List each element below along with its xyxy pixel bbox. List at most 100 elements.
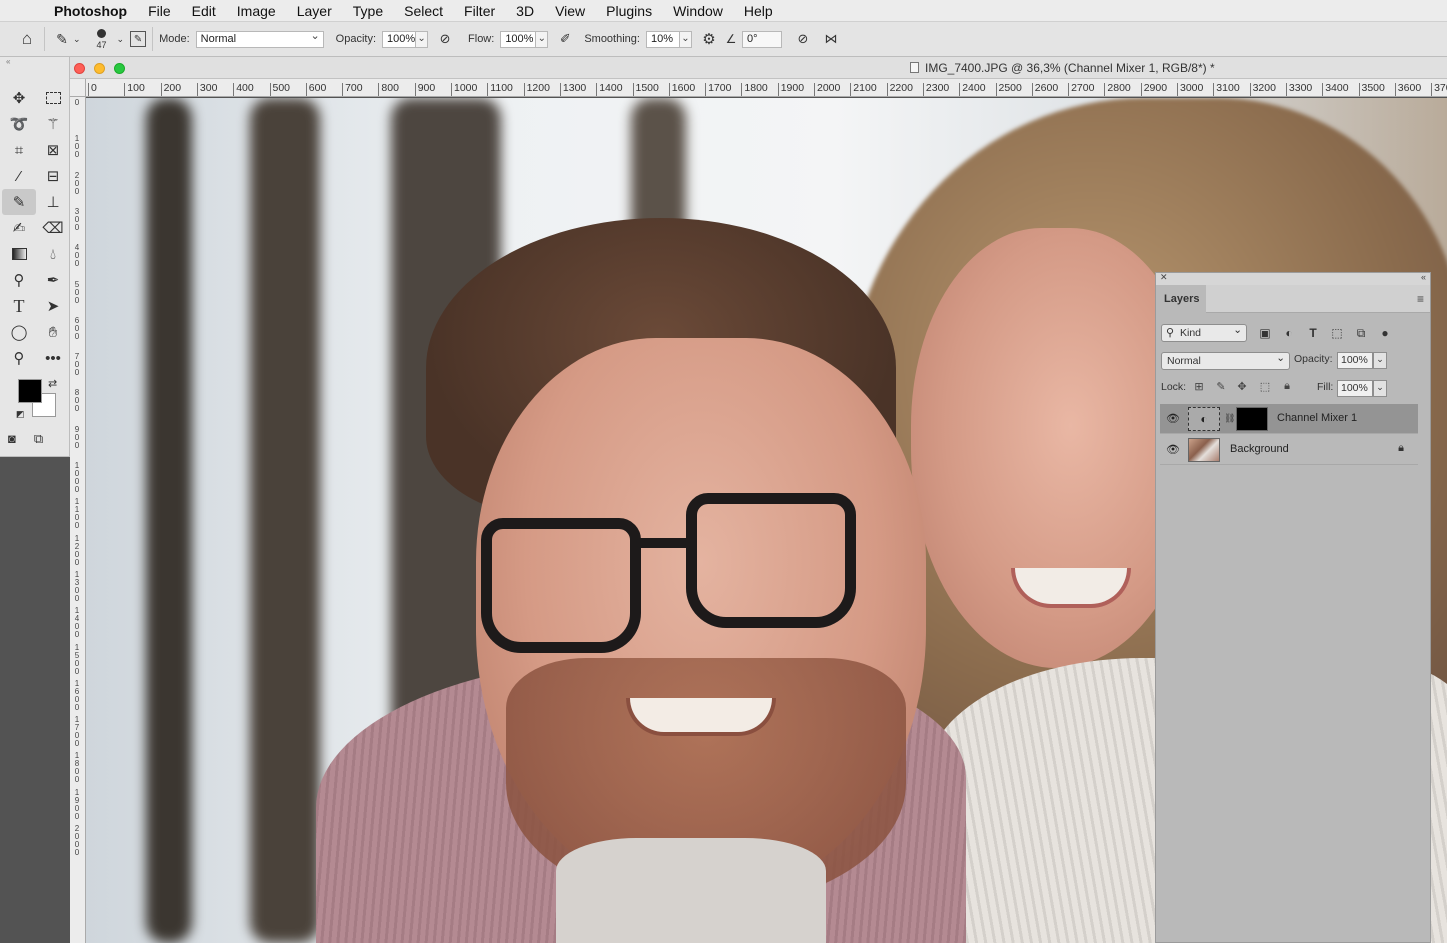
menu-bar: Photoshop File Edit Image Layer Type Sel… [0,0,1447,22]
ruler-tick-label: 3500 [1358,83,1385,96]
menu-layer[interactable]: Layer [297,3,332,19]
menu-app[interactable]: Photoshop [54,3,127,19]
vertical-ruler[interactable]: 0 1 0 0 2 0 0 3 0 0 4 0 0 5 0 0 6 0 0 7 0 0 8 0 … [70,97,86,943]
home-icon[interactable]: ⌂ [16,28,38,50]
screen-mode-icon[interactable]: ⧉ [34,431,43,447]
eraser-tool-icon[interactable]: ⌫ [36,215,70,241]
crop-tool-icon[interactable]: ⌗ [2,137,36,163]
history-brush-tool-icon[interactable]: ✍ [2,215,36,241]
brush-size-picker[interactable]: 47 [91,28,113,50]
gear-icon[interactable]: ⚙ [698,28,720,50]
fill-input[interactable]: 100% [1337,380,1373,397]
foreground-color-swatch[interactable] [18,379,42,403]
brush-size-caret[interactable]: ⌄ [117,34,125,45]
ellipse-tool-icon[interactable]: ◯ [2,319,36,345]
ruler-tick-label: 800 [378,83,399,96]
visibility-eye-icon[interactable]: 👁︎ [1166,412,1180,425]
lock-transparent-icon[interactable]: ⊞ [1192,380,1206,393]
lock-image-icon[interactable]: ✎ [1214,380,1228,393]
swap-colors-icon[interactable]: ⇄ [48,377,57,390]
collapse-icon[interactable]: « [0,57,69,71]
minimize-window-button[interactable] [94,63,105,74]
filter-toggle-icon[interactable]: ● [1377,325,1393,341]
brush-settings-panel-icon[interactable]: ✎ [130,31,147,47]
menu-select[interactable]: Select [404,3,443,19]
magic-wand-tool-icon[interactable]: ⚚ [36,111,70,137]
menu-file[interactable]: File [148,3,171,19]
smart-object-filter-icon[interactable]: ⧉ [1353,325,1369,341]
zoom-window-button[interactable] [114,63,125,74]
layer-background[interactable]: 👁︎ Background 🔒︎ [1160,435,1418,465]
close-panel-icon[interactable]: ✕ [1160,272,1168,283]
blend-mode-select[interactable]: Normal [1161,350,1290,370]
menu-window[interactable]: Window [673,3,723,19]
type-tool-icon[interactable]: T [2,293,36,319]
smoothing-input[interactable]: 10% [645,30,680,48]
pressure-size-icon[interactable]: ⊘ [792,28,814,50]
lock-artboard-icon[interactable]: ⬚ [1258,380,1272,393]
adjustment-filter-icon[interactable]: ◐ [1281,325,1297,341]
flow-input[interactable]: 100% [500,30,537,48]
move-tool-icon[interactable]: ✥ [2,85,36,111]
default-colors-icon[interactable]: ◩ [16,409,25,420]
tab-layers[interactable]: Layers [1156,285,1206,313]
pixel-filter-icon[interactable]: ▣ [1257,325,1273,341]
visibility-eye-icon[interactable]: 👁︎ [1166,443,1180,456]
lock-all-icon[interactable]: 🔒︎ [1280,380,1294,393]
lasso-tool-icon[interactable]: ➰ [2,111,36,137]
eyedropper-tool-icon[interactable]: ⁄ [2,163,36,189]
clone-stamp-tool-icon[interactable]: ⊥ [36,189,70,215]
lock-position-icon[interactable]: ✥ [1235,380,1249,393]
close-window-button[interactable] [74,63,85,74]
preset-caret[interactable]: ⌄ [73,34,81,45]
type-filter-icon[interactable]: T [1305,325,1321,341]
opacity-caret[interactable]: ⌄ [416,30,429,48]
flow-caret[interactable]: ⌄ [536,30,549,48]
gradient-tool-icon[interactable] [2,241,36,267]
collapse-panel-icon[interactable]: « [1421,272,1426,282]
healing-brush-tool-icon[interactable]: ⊟ [36,163,70,189]
pressure-opacity-icon[interactable]: ⊘ [434,28,456,50]
menu-filter[interactable]: Filter [464,3,495,19]
layer-opacity-caret[interactable]: ⌄ [1373,352,1387,369]
hand-tool-icon[interactable]: ✋︎ [36,319,70,345]
more-tools-icon[interactable]: ••• [36,345,70,371]
mask-link-icon[interactable]: ⛓ [1224,413,1235,424]
airbrush-icon[interactable]: ✐ [554,28,576,50]
layer-opacity-input[interactable]: 100% [1337,352,1373,369]
menu-plugins[interactable]: Plugins [606,3,652,19]
horizontal-ruler[interactable]: 0 100 200 300 400 500 600 700 800 900 1000 1100 1200… [86,79,1447,97]
zoom-tool-icon[interactable]: ⚲ [2,345,36,371]
frame-tool-icon[interactable]: ⊠ [36,137,70,163]
shape-filter-icon[interactable]: ⬚ [1329,325,1345,341]
symmetry-icon[interactable]: ⋈ [820,28,842,50]
menu-view[interactable]: View [555,3,585,19]
panel-menu-icon[interactable]: ≡ [1417,292,1424,306]
dodge-tool-icon[interactable]: ⚲ [2,267,36,293]
fill-caret[interactable]: ⌄ [1373,380,1387,397]
ruler-tick-label: 7 0 0 [74,352,80,378]
sweater-collar [556,838,826,943]
menu-3d[interactable]: 3D [516,3,534,19]
blur-tool-icon[interactable]: 💧︎ [36,241,70,267]
menu-type[interactable]: Type [353,3,383,19]
filter-kind-select[interactable]: Kind [1161,322,1247,342]
smoothing-caret[interactable]: ⌄ [679,30,692,48]
mode-select[interactable]: Normal [195,30,324,48]
layer-mask-thumbnail[interactable] [1236,407,1268,431]
ruler-tick-label: 3400 [1322,83,1349,96]
opacity-input[interactable]: 100% [382,30,417,48]
path-selection-tool-icon[interactable]: ➤ [36,293,70,319]
ruler-origin[interactable] [70,79,86,97]
menu-help[interactable]: Help [744,3,773,19]
brush-tool-icon[interactable]: ✎ [2,189,36,215]
layer-channel-mixer[interactable]: 👁︎ ◐ ⛓ Channel Mixer 1 [1160,404,1418,434]
angle-input[interactable]: 0° [741,30,782,48]
menu-image[interactable]: Image [237,3,276,19]
quick-mask-icon[interactable]: ◙ [8,431,16,447]
brush-tool-preset-icon[interactable]: ✎ [51,28,73,50]
marquee-tool-icon[interactable] [36,85,70,111]
ruler-tick-label: 1 8 0 0 [74,751,80,785]
menu-edit[interactable]: Edit [192,3,216,19]
pen-tool-icon[interactable]: ✒ [36,267,70,293]
